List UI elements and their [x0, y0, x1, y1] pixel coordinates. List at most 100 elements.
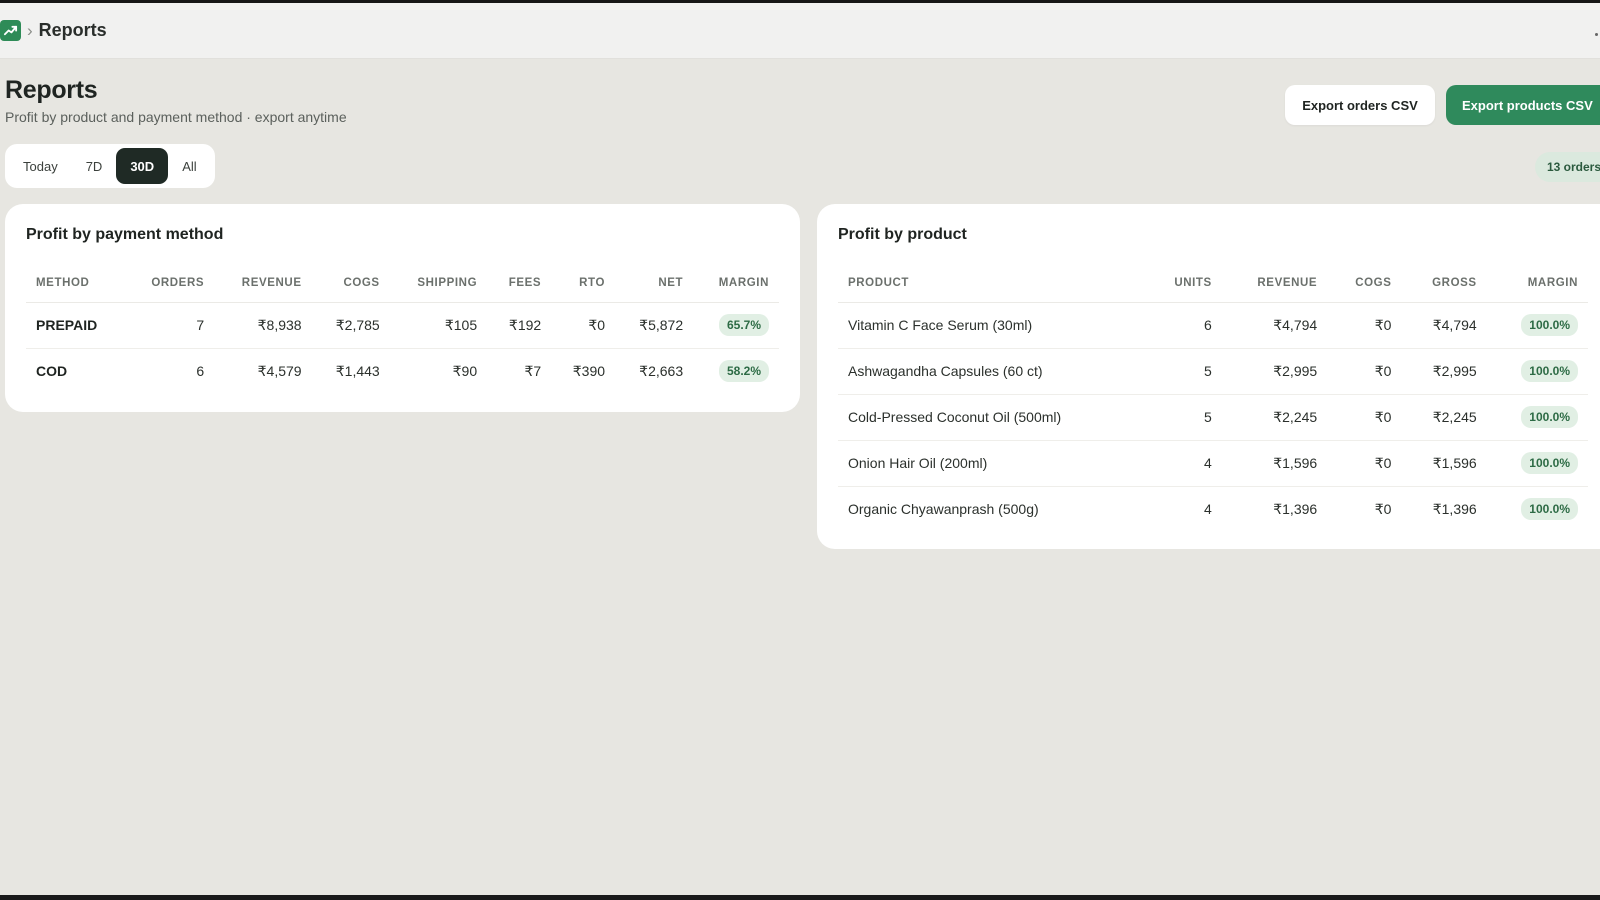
top-bar: › Reports	[0, 3, 1600, 59]
table-row: Cold-Pressed Coconut Oil (500ml) 5 ₹2,24…	[838, 394, 1588, 441]
page-header: Reports Profit by product and payment me…	[5, 76, 347, 125]
gross-cell: ₹1,396	[1432, 500, 1477, 517]
export-products-button[interactable]: Export products CSV	[1446, 85, 1600, 125]
column-header[interactable]: MARGIN	[693, 264, 779, 303]
margin-cell: 100.0%	[1486, 440, 1588, 487]
table-row: Ashwagandha Capsules (60 ct) 5 ₹2,995 ₹0…	[838, 348, 1588, 395]
page-title: Reports	[5, 76, 98, 104]
revenue-cell: ₹2,995	[1221, 348, 1328, 395]
table-header-row: PRODUCT UNITS REVENUE COGS GROSS MARGIN	[838, 264, 1588, 303]
table-row: Vitamin C Face Serum (30ml) 6 ₹4,794 ₹0 …	[838, 302, 1588, 349]
units-cell: 6	[1145, 302, 1222, 349]
gross-cell: ₹1,596	[1401, 440, 1487, 487]
cogs-cell: ₹0	[1374, 500, 1392, 517]
shipping-cell: ₹105	[389, 302, 488, 349]
page-subtitle: Profit by product and payment method · e…	[5, 109, 347, 125]
table-row: COD 6 ₹4,579 ₹1,443 ₹90 ₹7 ₹390 ₹2,663 5…	[26, 348, 779, 394]
product-profit-table: PRODUCT UNITS REVENUE COGS GROSS MARGIN …	[838, 264, 1588, 532]
fees-cell: ₹192	[487, 302, 552, 349]
cogs-cell: ₹0	[1327, 440, 1402, 487]
column-header[interactable]: SHIPPING	[389, 264, 488, 303]
trending-up-icon[interactable]	[0, 20, 21, 41]
rto-cell: ₹390	[572, 362, 606, 379]
product-cell: Vitamin C Face Serum (30ml)	[838, 302, 1146, 349]
margin-badge: 58.2%	[718, 360, 769, 383]
margin-badge: 65.7%	[718, 314, 769, 336]
revenue-cell: ₹4,579	[257, 362, 302, 379]
table-row: Organic Chyawanprash (500g) 4 ₹1,396 ₹0 …	[838, 486, 1588, 532]
margin-badge: 100.0%	[1521, 360, 1578, 382]
date-range-tabs: Today 7D 30D All	[5, 144, 215, 188]
payment-method-card: Profit by payment method METHOD ORDERS R…	[5, 204, 800, 412]
column-header[interactable]: UNITS	[1145, 264, 1222, 303]
export-orders-button[interactable]: Export orders CSV	[1285, 85, 1435, 125]
gross-cell: ₹2,995	[1401, 348, 1487, 395]
margin-badge: 100.0%	[1521, 314, 1578, 336]
more-icon[interactable]	[1595, 33, 1598, 36]
table-header-row: METHOD ORDERS REVENUE COGS SHIPPING FEES…	[26, 264, 779, 303]
column-header[interactable]: REVENUE	[214, 264, 312, 303]
shipping-cell: ₹90	[452, 362, 478, 379]
units-cell: 4	[1145, 440, 1222, 487]
cogs-cell: ₹0	[1327, 348, 1402, 395]
tab-today[interactable]: Today	[9, 148, 72, 184]
revenue-cell: ₹2,245	[1221, 394, 1328, 441]
orders-count-badge: 13 orders	[1535, 152, 1600, 182]
product-cell: Cold-Pressed Coconut Oil (500ml)	[838, 394, 1146, 441]
payment-method-table: METHOD ORDERS REVENUE COGS SHIPPING FEES…	[26, 264, 779, 394]
revenue-cell: ₹8,938	[214, 302, 312, 349]
net-cell: ₹2,663	[639, 362, 684, 379]
units-cell: 4	[1204, 501, 1212, 518]
gross-cell: ₹2,245	[1401, 394, 1487, 441]
product-cell: Ashwagandha Capsules (60 ct)	[838, 348, 1146, 395]
product-cell: Organic Chyawanprash (500g)	[848, 501, 1039, 518]
cogs-cell: ₹1,443	[335, 362, 380, 379]
chevron-right-icon: ›	[27, 20, 33, 40]
product-cell: Onion Hair Oil (200ml)	[838, 440, 1146, 487]
window-bottom-edge	[0, 895, 1600, 900]
method-cell: PREPAID	[26, 302, 126, 349]
table-row: Onion Hair Oil (200ml) 4 ₹1,596 ₹0 ₹1,59…	[838, 440, 1588, 487]
units-cell: 5	[1145, 394, 1222, 441]
orders-cell: 7	[125, 302, 215, 349]
rto-cell: ₹0	[551, 302, 616, 349]
column-header[interactable]: REVENUE	[1221, 264, 1328, 303]
column-header[interactable]: METHOD	[26, 264, 126, 303]
net-cell: ₹5,872	[615, 302, 694, 349]
breadcrumb-current: Reports	[38, 20, 107, 40]
margin-cell: 100.0%	[1486, 348, 1588, 395]
table-row: PREPAID 7 ₹8,938 ₹2,785 ₹105 ₹192 ₹0 ₹5,…	[26, 302, 779, 349]
column-header[interactable]: MARGIN	[1486, 264, 1588, 303]
card-title: Profit by product	[838, 226, 967, 243]
revenue-cell: ₹1,596	[1221, 440, 1328, 487]
margin-cell: 100.0%	[1486, 302, 1588, 349]
units-cell: 5	[1145, 348, 1222, 395]
margin-cell: 65.7%	[693, 302, 779, 349]
column-header[interactable]: COGS	[1327, 264, 1402, 303]
margin-badge: 100.0%	[1521, 452, 1578, 474]
column-header[interactable]: COGS	[311, 264, 390, 303]
tab-7d[interactable]: 7D	[72, 148, 117, 184]
margin-cell: 100.0%	[1487, 486, 1588, 532]
revenue-cell: ₹4,794	[1221, 302, 1328, 349]
cogs-cell: ₹0	[1327, 302, 1402, 349]
cogs-cell: ₹0	[1327, 394, 1402, 441]
product-profit-card: Profit by product PRODUCT UNITS REVENUE …	[817, 204, 1600, 549]
column-header[interactable]: ORDERS	[125, 264, 215, 303]
method-cell: COD	[36, 363, 68, 380]
column-header[interactable]: FEES	[487, 264, 552, 303]
card-title: Profit by payment method	[26, 226, 224, 243]
margin-cell: 58.2%	[693, 348, 779, 394]
fees-cell: ₹7	[524, 362, 542, 379]
orders-cell: 6	[196, 363, 205, 380]
margin-badge: 100.0%	[1521, 406, 1578, 428]
column-header[interactable]: NET	[615, 264, 694, 303]
tab-30d[interactable]: 30D	[116, 148, 169, 184]
margin-badge: 100.0%	[1521, 498, 1578, 521]
column-header[interactable]: RTO	[551, 264, 616, 303]
column-header[interactable]: PRODUCT	[838, 264, 1146, 303]
gross-cell: ₹4,794	[1401, 302, 1487, 349]
column-header[interactable]: GROSS	[1401, 264, 1487, 303]
tab-all[interactable]: All	[168, 148, 210, 184]
cogs-cell: ₹2,785	[311, 302, 390, 349]
